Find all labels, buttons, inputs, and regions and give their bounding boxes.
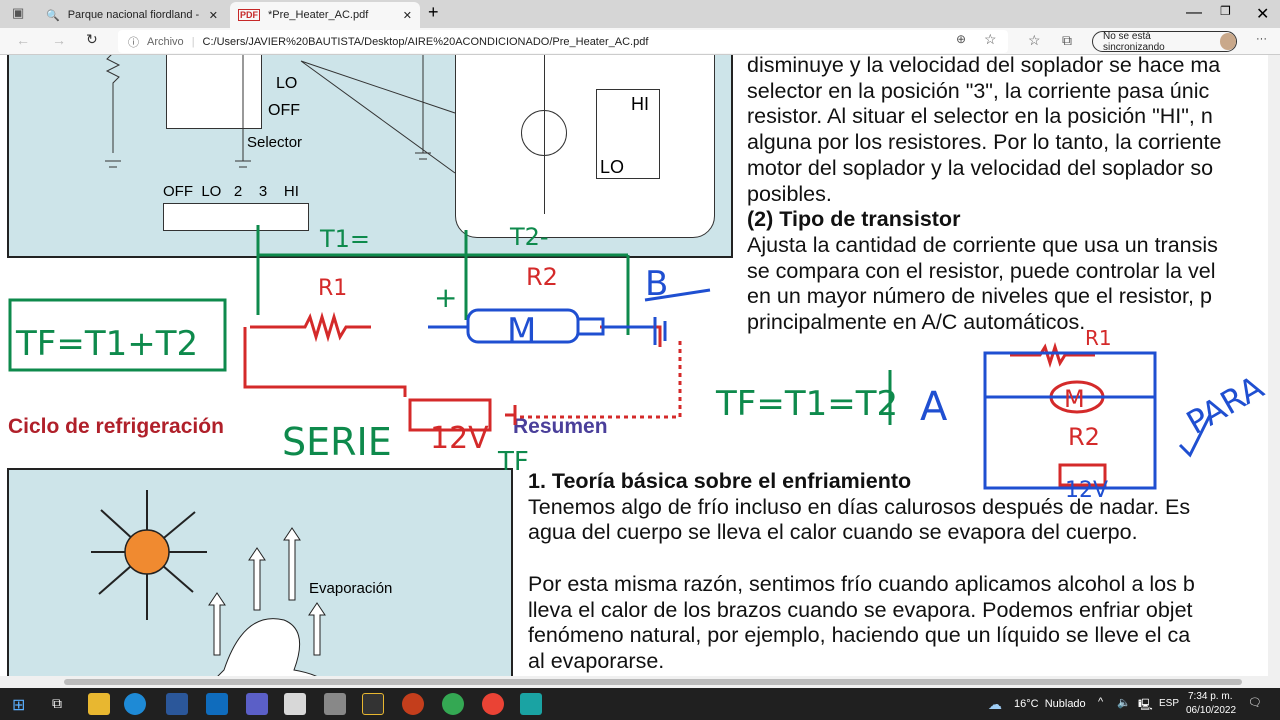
favorites-icon[interactable]: ☆ (1028, 32, 1041, 49)
ink-r2: R2 (526, 263, 558, 291)
store-icon[interactable] (284, 693, 306, 715)
ink-formula-series: TF=T1+T2 (15, 324, 198, 364)
paint-icon[interactable] (324, 693, 346, 715)
horizontal-scrollbar[interactable] (0, 676, 1280, 688)
close-tab-icon[interactable]: ✕ (403, 9, 412, 22)
ink-m: M (507, 311, 536, 351)
avatar (1219, 33, 1236, 50)
ink-tf: TF (497, 447, 529, 477)
ink-12v-b: 12V (1065, 478, 1108, 503)
ink-r1b: R1 (1085, 326, 1112, 350)
back-icon[interactable]: ← (16, 32, 30, 48)
collections-icon[interactable]: ⧉ (1062, 32, 1072, 49)
powerpoint-icon[interactable] (402, 693, 424, 715)
tab-fiordland[interactable]: 🔍 Parque nacional fiordland - Busca ✕ (38, 2, 226, 28)
tab-bar: ▣ 🔍 Parque nacional fiordland - Busca ✕ … (0, 0, 1280, 28)
ink-annotations: T1= T2- TF=T1+T2 SERIE TF TF=T1=T2 + R1 … (8, 223, 1268, 503)
tab-title: *Pre_Heater_AC.pdf (268, 9, 369, 21)
restore-button[interactable]: ❐ (1220, 4, 1231, 18)
edge-icon[interactable] (124, 693, 146, 715)
chrome-profile-icon[interactable] (482, 693, 504, 715)
language-indicator[interactable]: ESP (1159, 698, 1179, 709)
task-view-icon[interactable]: ⧉ (52, 695, 62, 712)
pdf-page: LO OFF Selector OFF LO 2 3 HI HI LO dism… (0, 55, 1268, 676)
scroll-thumb[interactable] (64, 679, 1242, 685)
ink-a: A (920, 384, 948, 430)
ink-b: B (645, 264, 668, 304)
search-icon: 🔍 (46, 9, 60, 22)
chrome-icon[interactable] (442, 693, 464, 715)
taskbar: ⊞ ⧉ ☁ 16°C Nublado ^ 🔈 🖳 ESP 7:34 p. m. … (0, 688, 1280, 720)
ink-m2: M (1064, 385, 1085, 413)
tray-chevron-icon[interactable]: ^ (1098, 696, 1103, 708)
profile-sync-button[interactable]: No se está sincronizando (1092, 30, 1237, 53)
file-explorer-icon[interactable] (88, 693, 110, 715)
app2-icon[interactable] (520, 693, 542, 715)
address-label: Archivo (147, 35, 184, 48)
forward-icon[interactable]: → (52, 32, 66, 48)
ink-para: PARA (1180, 368, 1268, 442)
word-icon[interactable] (166, 693, 188, 715)
windows-start-icon[interactable]: ⊞ (12, 695, 25, 715)
ink-t1: T1= (319, 225, 370, 253)
ink-12v: 12V (430, 421, 489, 456)
url-input[interactable]: ⓘ Archivo | C:/Users/JAVIER%20BAUTISTA/D… (118, 30, 1008, 53)
pdf-icon: PDF (238, 9, 260, 21)
close-tab-icon[interactable]: ✕ (209, 9, 218, 22)
app-icon[interactable] (362, 693, 384, 715)
weather-text[interactable]: 16°C Nublado (1014, 698, 1086, 710)
refresh-icon[interactable]: ↻ (86, 31, 98, 48)
clock-date[interactable]: 06/10/2022 (1186, 705, 1236, 716)
teams-icon[interactable] (246, 693, 268, 715)
vertical-scrollbar[interactable] (1268, 55, 1280, 676)
sync-label: No se está sincronizando (1103, 30, 1165, 53)
zoom-icon[interactable]: ⊕ (956, 32, 966, 46)
clock-time[interactable]: 7:34 p. m. (1188, 691, 1232, 702)
address-bar-row: ← → ↻ ⓘ Archivo | C:/Users/JAVIER%20BAUT… (0, 28, 1280, 55)
ink-formula-parallel: TF=T1=T2 (715, 384, 898, 424)
add-favorite-icon[interactable]: ☆ (984, 31, 997, 48)
tab-pdf[interactable]: PDF *Pre_Heater_AC.pdf ✕ (230, 2, 420, 28)
weather-cloud-icon: ☁ (988, 696, 1002, 712)
url-text: C:/Users/JAVIER%20BAUTISTA/Desktop/AIRE%… (202, 35, 649, 48)
more-menu-icon[interactable]: ··· (1256, 33, 1267, 45)
volume-icon[interactable]: 🔈 (1117, 696, 1131, 709)
ink-serie: SERIE (282, 420, 392, 464)
network-icon[interactable]: 🖳 (1138, 696, 1153, 715)
tab-title: Parque nacional fiordland - Busca (67, 9, 201, 21)
info-icon: ⓘ (128, 36, 139, 49)
ink-t2: T2- (509, 223, 549, 251)
minimize-button[interactable]: — (1186, 4, 1202, 22)
ink-r2b: R2 (1068, 423, 1100, 451)
tab-actions-icon[interactable]: ▣ (12, 5, 24, 21)
ink-r1: R1 (318, 276, 347, 301)
close-window-button[interactable]: ✕ (1256, 4, 1269, 24)
ink-plus: + (434, 281, 457, 314)
notifications-icon[interactable]: 🗨 (1248, 696, 1262, 709)
mail-icon[interactable] (206, 693, 228, 715)
new-tab-button[interactable]: + (428, 2, 439, 23)
